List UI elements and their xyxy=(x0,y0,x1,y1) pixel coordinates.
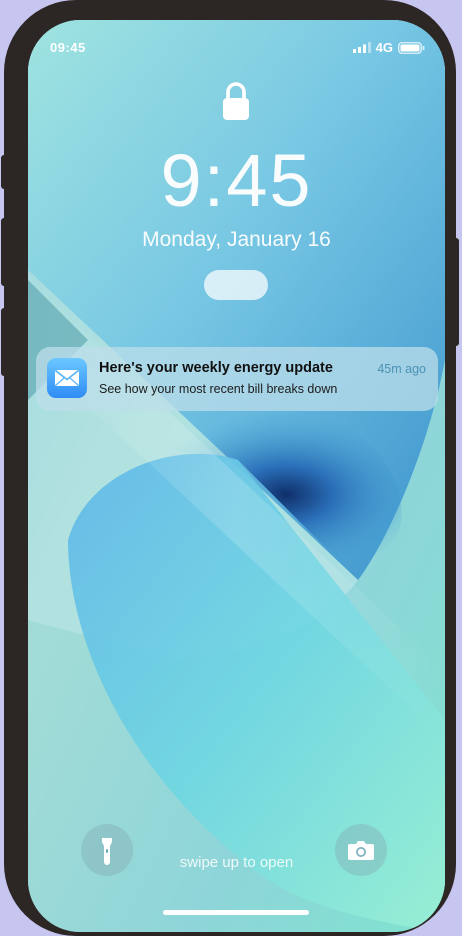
signal-icon xyxy=(352,42,371,53)
mail-icon xyxy=(55,369,79,386)
camera-button[interactable] xyxy=(335,824,387,876)
lock-screen-clock: 9:45 xyxy=(160,139,313,222)
notification-body: See how your most recent bill breaks dow… xyxy=(99,382,338,396)
power-button xyxy=(453,238,459,346)
volume-up-button xyxy=(1,218,7,286)
status-time: 09:45 xyxy=(50,40,86,55)
lock-screen[interactable]: 09:45 4G 9:45 Monday, January 16 Here's … xyxy=(28,20,445,932)
lock-screen-date: Monday, January 16 xyxy=(142,228,331,251)
status-bar: 09:45 4G xyxy=(28,40,445,58)
battery-icon xyxy=(398,41,425,54)
focus-pill[interactable] xyxy=(204,270,268,300)
notification-age: 45m ago xyxy=(377,362,426,376)
lock-icon xyxy=(223,82,249,120)
camera-icon xyxy=(348,841,374,860)
notification-title: Here's your weekly energy update xyxy=(99,360,333,376)
volume-down-button xyxy=(1,308,7,376)
mute-switch xyxy=(1,155,7,189)
phone-frame: 09:45 4G 9:45 Monday, January 16 Here's … xyxy=(1,0,459,936)
network-label: 4G xyxy=(375,40,393,55)
home-indicator[interactable] xyxy=(163,910,309,915)
status-indicators: 4G xyxy=(352,40,425,55)
mail-app-icon xyxy=(47,358,87,398)
notification-card[interactable]: Here's your weekly energy update 45m ago… xyxy=(36,347,438,411)
